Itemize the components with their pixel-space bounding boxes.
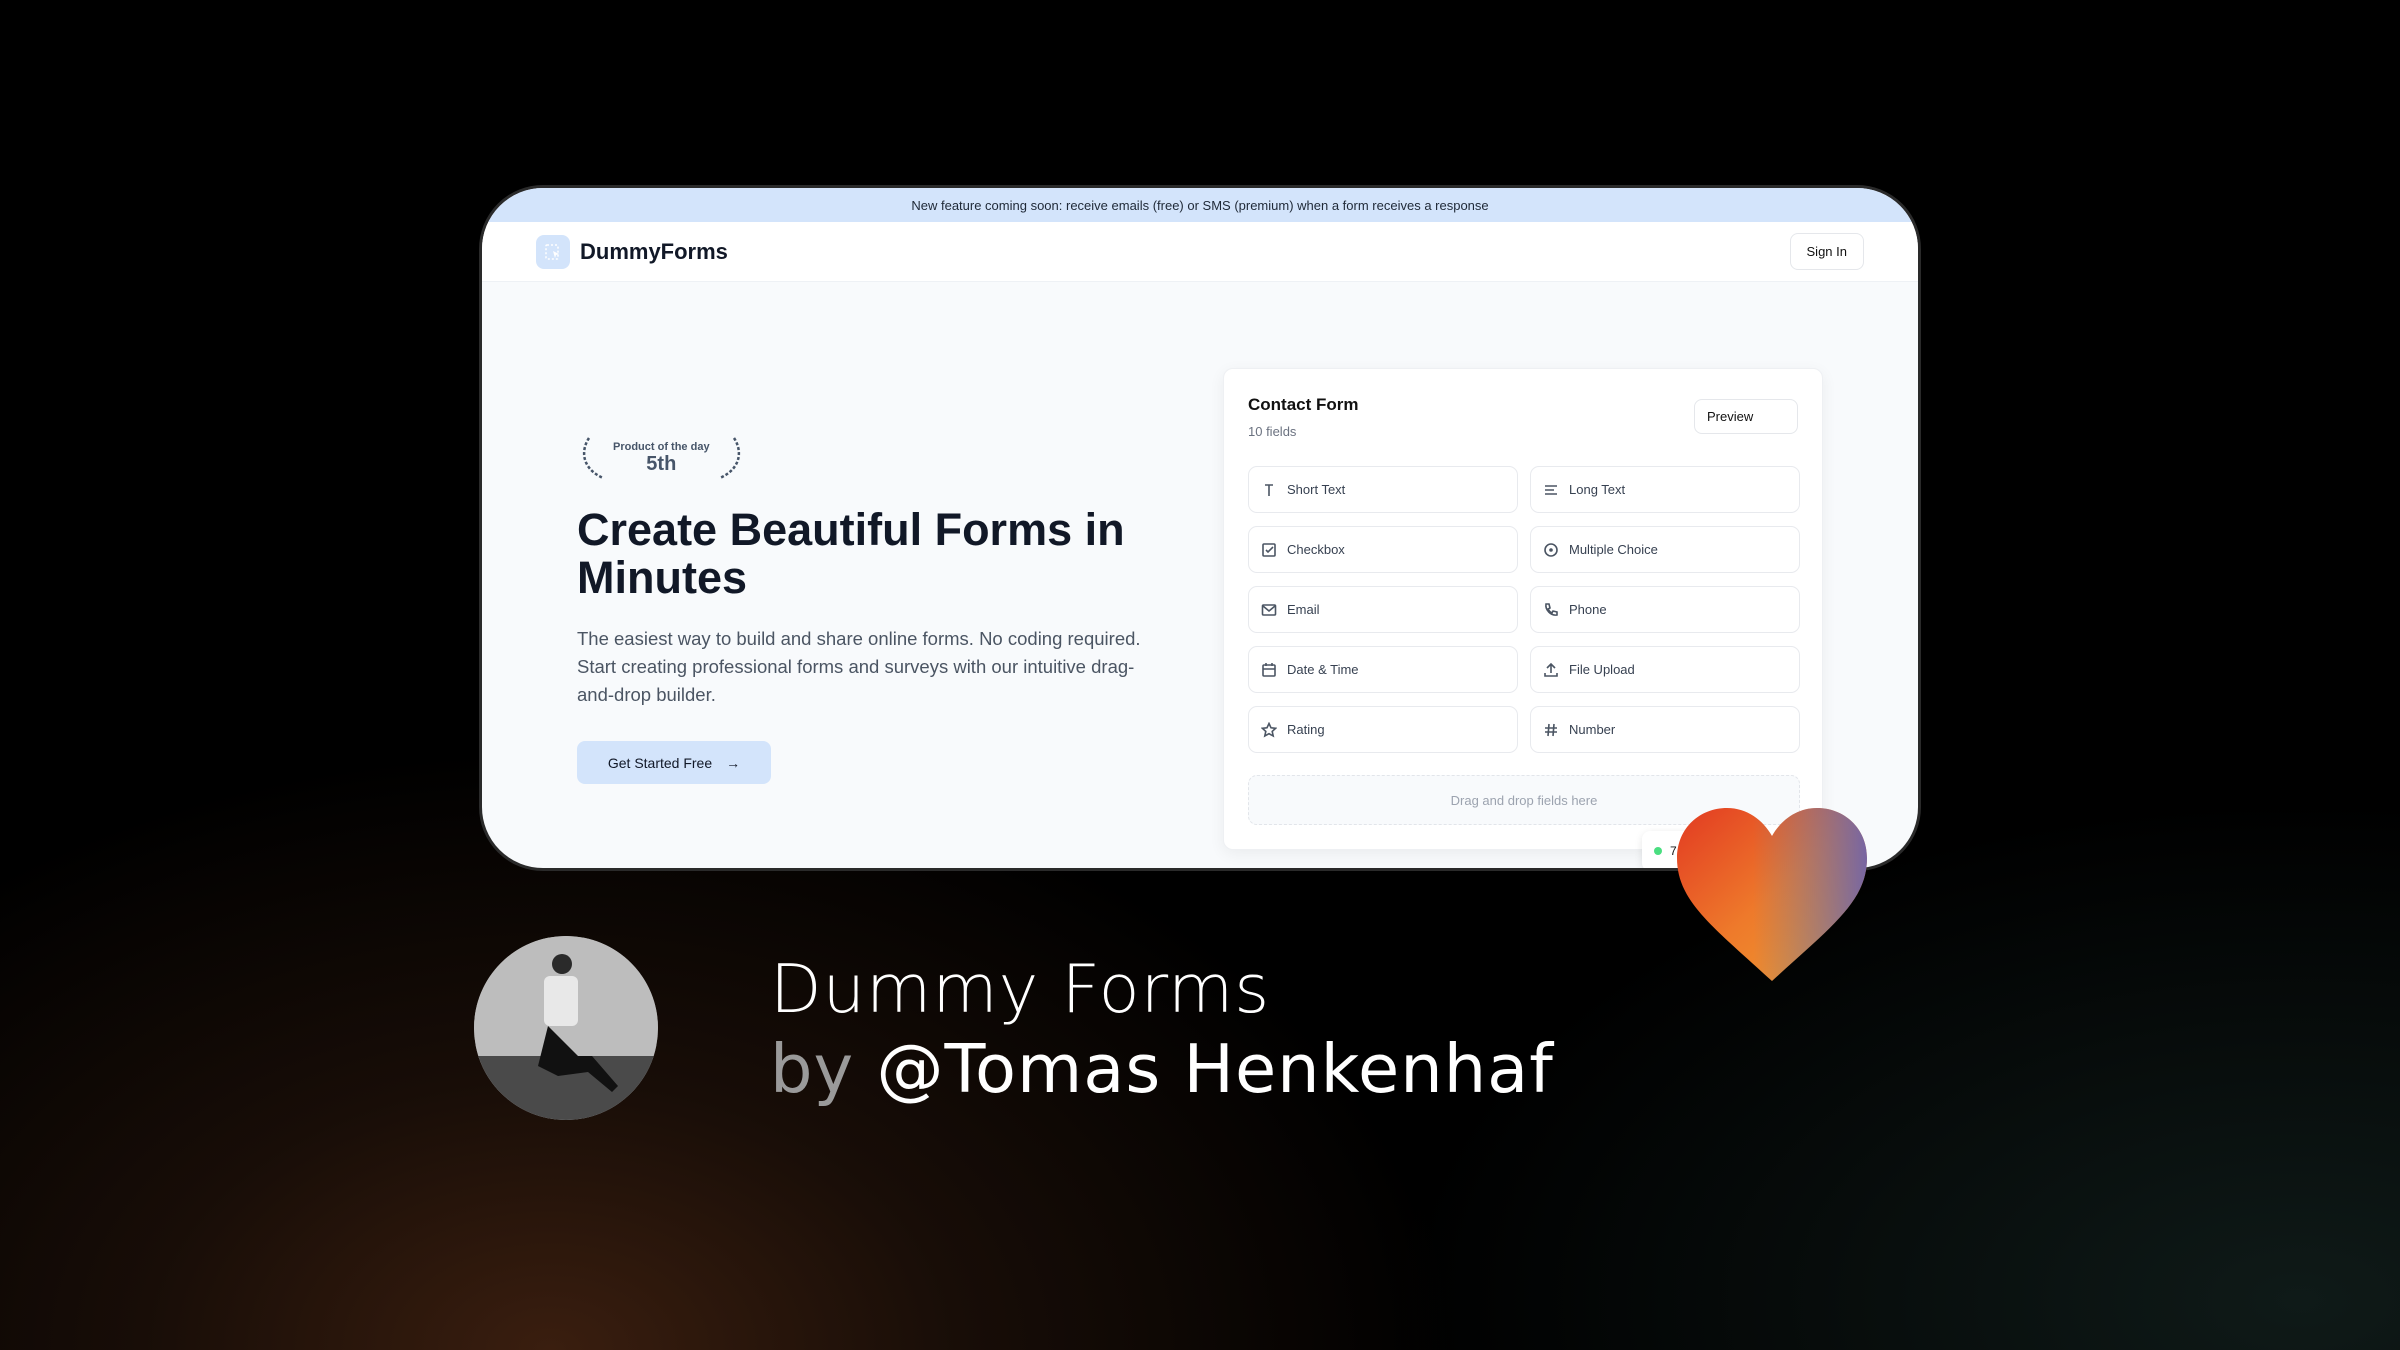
align-left-icon <box>1545 484 1557 495</box>
field-type-label: Phone <box>1569 602 1607 617</box>
field-type-label: Multiple Choice <box>1569 542 1658 557</box>
star-icon <box>1261 721 1277 738</box>
heart-icon <box>1677 808 1867 981</box>
field-type-label: Number <box>1569 722 1616 737</box>
field-type-item[interactable]: Phone <box>1530 586 1800 633</box>
field-type-label: Checkbox <box>1287 542 1345 557</box>
field-type-label: Email <box>1287 602 1320 617</box>
logo-text: DummyForms <box>580 238 728 264</box>
laurel-right-icon <box>719 437 740 480</box>
badge-label: Product of the day <box>613 440 710 453</box>
field-type-label: Long Text <box>1569 482 1626 497</box>
field-type-item[interactable]: Long Text <box>1530 466 1800 513</box>
form-builder-card: Contact Form 10 fields Preview Short Tex… <box>1223 368 1823 850</box>
field-palette: Short Text Long Text Checkbox Multiple Choi… <box>1248 466 1800 753</box>
radio-icon <box>1544 542 1558 557</box>
field-type-item[interactable]: Date & Time <box>1248 646 1518 693</box>
phone-icon <box>1545 602 1558 616</box>
form-title: Contact Form <box>1248 395 1359 414</box>
field-type-label: Date & Time <box>1287 662 1359 677</box>
field-count: 10 fields <box>1248 424 1297 439</box>
laurel-left-icon <box>582 437 604 480</box>
announcement-banner: New feature coming soon: receive emails … <box>482 188 1918 222</box>
field-type-item[interactable]: Number <box>1530 706 1800 753</box>
logo-icon <box>536 234 570 269</box>
logo[interactable]: DummyForms <box>536 234 728 269</box>
field-type-item[interactable]: Rating <box>1248 706 1518 753</box>
field-type-item[interactable]: Multiple Choice <box>1530 526 1800 573</box>
by-label: by <box>770 1030 855 1108</box>
hero-description: The easiest way to build and share onlin… <box>577 628 1141 705</box>
field-type-item[interactable]: Email <box>1248 586 1518 633</box>
arrow-right-icon: → <box>726 754 741 771</box>
author-avatar <box>474 936 658 1120</box>
product-of-the-day-badge: Product of the day 5th <box>577 436 746 480</box>
upload-icon <box>1544 662 1558 677</box>
author-line: by @Tomas Henkenhaf <box>770 1030 1554 1108</box>
preview-button[interactable]: Preview <box>1694 399 1798 434</box>
author-name: @Tomas Henkenhaf <box>876 1030 1554 1108</box>
checkbox-icon <box>1262 542 1276 557</box>
hash-icon <box>1545 723 1557 736</box>
field-type-item[interactable]: File Upload <box>1530 646 1800 693</box>
field-type-label: File Upload <box>1569 662 1635 677</box>
hero-headline: Create Beautiful Forms in Minutes <box>577 504 1125 603</box>
browser-window: New feature coming soon: receive emails … <box>479 185 1921 871</box>
calendar-icon <box>1262 662 1276 677</box>
sign-in-button[interactable]: Sign In <box>1789 233 1864 270</box>
field-type-item[interactable]: Short Text <box>1248 466 1518 513</box>
type-icon <box>1265 483 1273 496</box>
status-dot <box>1654 847 1662 855</box>
field-type-item[interactable]: Checkbox <box>1248 526 1518 573</box>
badge-rank: 5th <box>646 453 677 476</box>
cta-label: Get Started Free <box>607 754 713 771</box>
field-type-label: Rating <box>1287 722 1325 737</box>
navbar: DummyForms Sign In <box>482 222 1918 282</box>
get-started-button[interactable]: Get Started Free → <box>577 741 771 784</box>
mail-icon <box>1261 603 1277 616</box>
field-type-label: Short Text <box>1287 482 1346 497</box>
project-title: Dummy Forms <box>770 950 1271 1028</box>
